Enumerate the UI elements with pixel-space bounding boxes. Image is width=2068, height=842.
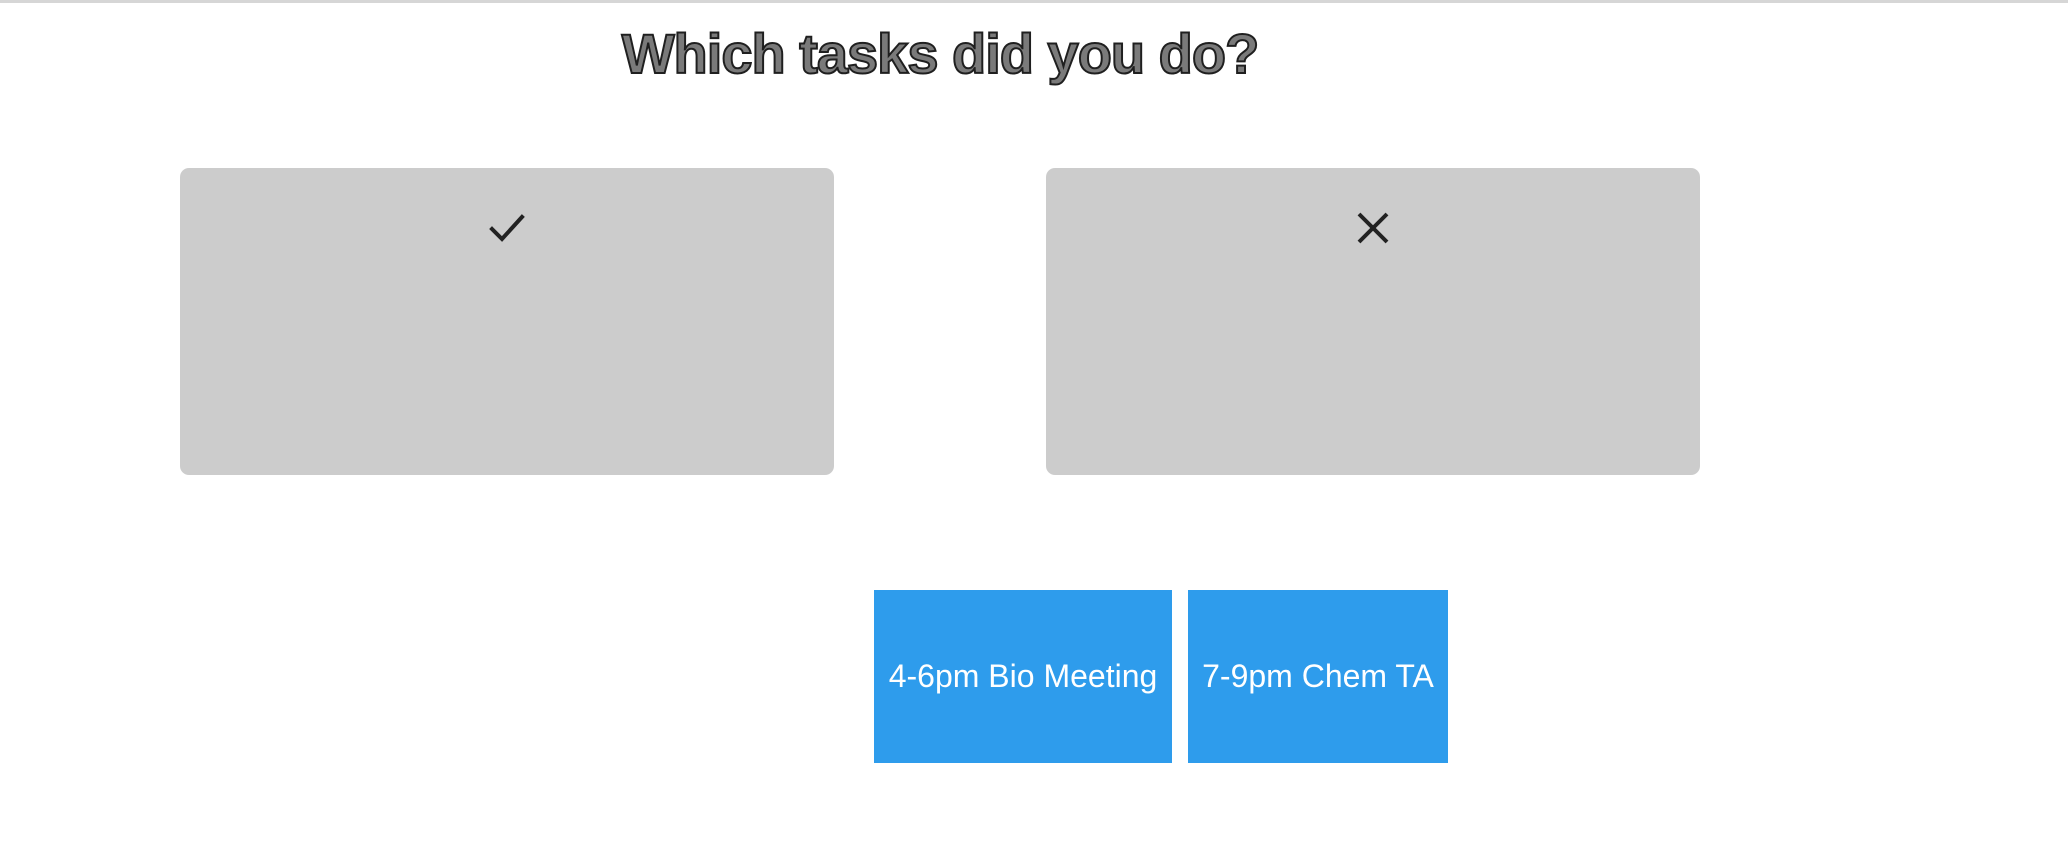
close-icon xyxy=(1349,204,1397,252)
task-chip-chem-ta[interactable]: 7-9pm Chem TA xyxy=(1188,590,1448,763)
task-chip-label: 7-9pm Chem TA xyxy=(1202,658,1434,694)
done-drop-zone[interactable] xyxy=(180,168,834,475)
not-done-drop-zone[interactable] xyxy=(1046,168,1700,475)
top-divider xyxy=(0,0,2068,3)
check-icon xyxy=(483,204,531,252)
task-chip-label: 4-6pm Bio Meeting xyxy=(888,658,1158,694)
page-title: Which tasks did you do? xyxy=(621,21,1261,86)
task-chip-bio-meeting[interactable]: 4-6pm Bio Meeting xyxy=(874,590,1172,763)
